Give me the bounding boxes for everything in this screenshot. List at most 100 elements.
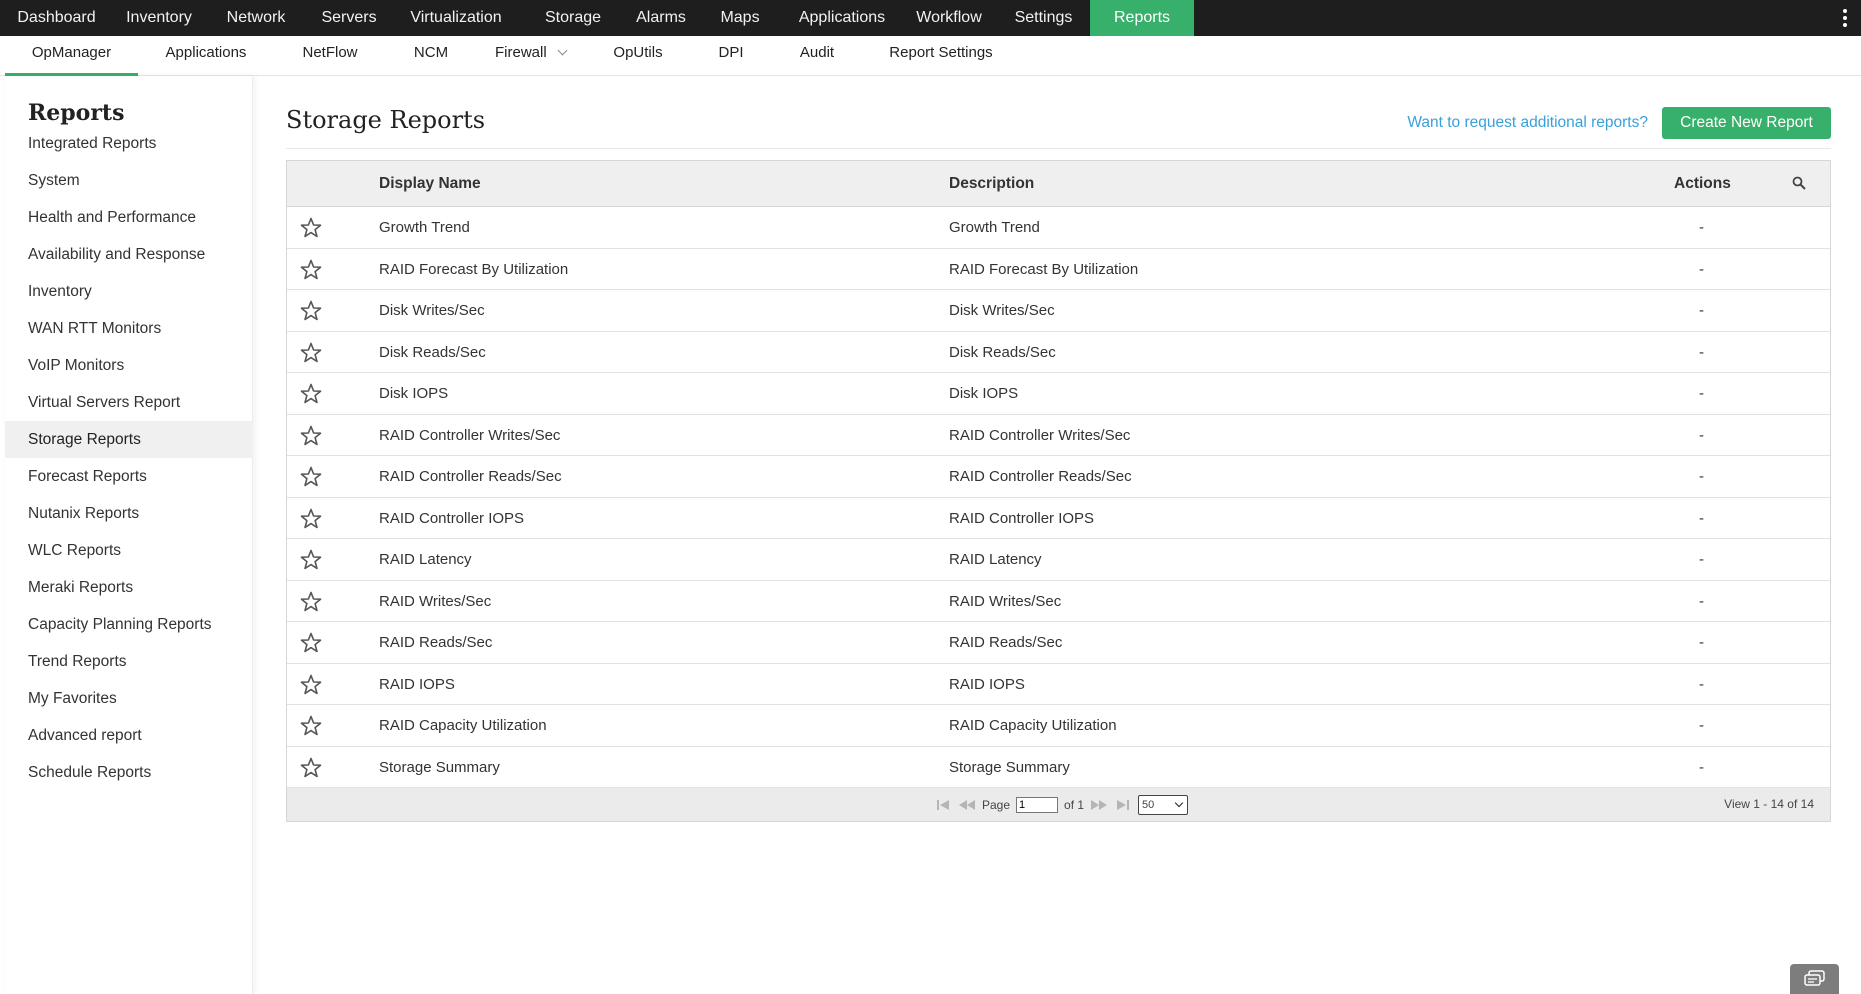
- report-name-link[interactable]: Storage Summary: [379, 747, 500, 788]
- report-name-link[interactable]: RAID Latency: [379, 539, 472, 580]
- sidebar-item[interactable]: Inventory: [5, 273, 253, 310]
- report-name-link[interactable]: RAID Reads/Sec: [379, 622, 492, 663]
- sidebar-item[interactable]: My Favorites: [5, 680, 253, 717]
- report-actions: -: [1699, 260, 1704, 278]
- topnav-applications[interactable]: Applications: [783, 0, 901, 36]
- last-page-icon[interactable]: [1114, 797, 1132, 813]
- table-header: Display Name Description Actions: [287, 161, 1830, 207]
- reports-table: Display Name Description Actions Growth …: [286, 160, 1831, 822]
- star-outline-icon[interactable]: [299, 465, 323, 489]
- subnav-firewall[interactable]: Firewall: [495, 36, 585, 76]
- report-name-link[interactable]: Disk Writes/Sec: [379, 290, 485, 331]
- topnav-virtualization[interactable]: Virtualization: [391, 0, 521, 36]
- report-name-link[interactable]: RAID Controller Writes/Sec: [379, 415, 560, 456]
- star-outline-icon[interactable]: [299, 382, 323, 406]
- page-size-select[interactable]: 50: [1138, 795, 1189, 815]
- subnav-ncm[interactable]: NCM: [401, 36, 461, 76]
- page-of-label: of 1: [1064, 798, 1085, 812]
- sidebar-item[interactable]: Nutanix Reports: [5, 495, 253, 532]
- report-name-link[interactable]: RAID Forecast By Utilization: [379, 249, 568, 290]
- column-header-display-name[interactable]: Display Name: [379, 161, 481, 207]
- subnav-audit[interactable]: Audit: [785, 36, 849, 76]
- sidebar-item[interactable]: Virtual Servers Report: [5, 384, 253, 421]
- subnav-opmanager[interactable]: OpManager: [5, 36, 138, 76]
- create-new-report-button[interactable]: Create New Report: [1662, 107, 1831, 139]
- sidebar-item[interactable]: Capacity Planning Reports: [5, 606, 253, 643]
- search-icon[interactable]: [1792, 176, 1806, 190]
- top-navigation: Dashboard Inventory Network Servers Virt…: [0, 0, 1861, 36]
- sidebar-item[interactable]: Schedule Reports: [5, 754, 253, 791]
- table-row: RAID Latency RAID Latency -: [287, 539, 1830, 581]
- column-header-description[interactable]: Description: [949, 161, 1034, 207]
- topnav-maps[interactable]: Maps: [697, 0, 783, 36]
- star-outline-icon[interactable]: [299, 590, 323, 614]
- sidebar-item[interactable]: Health and Performance: [5, 199, 253, 236]
- star-outline-icon[interactable]: [299, 216, 323, 240]
- report-actions: -: [1699, 551, 1704, 568]
- topnav-workflow[interactable]: Workflow: [901, 0, 997, 36]
- report-name-link[interactable]: RAID IOPS: [379, 664, 455, 705]
- topnav-servers[interactable]: Servers: [307, 0, 391, 36]
- star-outline-icon[interactable]: [299, 756, 323, 780]
- star-outline-icon[interactable]: [299, 548, 323, 572]
- star-outline-icon[interactable]: [299, 507, 323, 531]
- sidebar-item[interactable]: Advanced report: [5, 717, 253, 754]
- sidebar-item[interactable]: Storage Reports: [5, 421, 253, 458]
- page-number-input[interactable]: [1016, 797, 1059, 813]
- topnav-network[interactable]: Network: [205, 0, 307, 36]
- star-outline-icon[interactable]: [299, 299, 323, 323]
- report-name-link[interactable]: RAID Writes/Sec: [379, 581, 491, 622]
- chevron-down-icon: [1174, 798, 1184, 808]
- report-description: RAID Forecast By Utilization: [949, 260, 1139, 278]
- report-description: Disk IOPS: [949, 385, 1019, 402]
- table-row: Disk Reads/Sec Disk Reads/Sec -: [287, 331, 1830, 373]
- star-outline-icon[interactable]: [299, 341, 323, 365]
- star-outline-icon[interactable]: [299, 424, 323, 448]
- subnav-netflow[interactable]: NetFlow: [290, 36, 370, 76]
- topnav-storage[interactable]: Storage: [521, 0, 625, 36]
- table-row: RAID IOPS RAID IOPS -: [287, 663, 1830, 705]
- report-name-link[interactable]: Disk IOPS: [379, 373, 448, 414]
- table-row: Growth Trend Growth Trend -: [287, 207, 1830, 249]
- sidebar-item[interactable]: Forecast Reports: [5, 458, 253, 495]
- topnav-dashboard[interactable]: Dashboard: [0, 0, 113, 36]
- reports-sidebar: Reports Integrated Reports System Health a…: [5, 76, 253, 994]
- sidebar-item[interactable]: System: [5, 162, 253, 199]
- subnav-oputils[interactable]: OpUtils: [600, 36, 676, 76]
- subnav-report-settings[interactable]: Report Settings: [880, 36, 1002, 76]
- request-reports-link[interactable]: Want to request additional reports?: [1407, 114, 1648, 132]
- report-actions: -: [1699, 219, 1704, 236]
- sidebar-nav: Integrated Reports System Health and Perfo…: [5, 125, 253, 791]
- star-outline-icon[interactable]: [299, 673, 323, 697]
- report-name-link[interactable]: RAID Controller Reads/Sec: [379, 456, 562, 497]
- previous-page-icon[interactable]: [958, 797, 976, 813]
- star-outline-icon[interactable]: [299, 258, 323, 282]
- sidebar-item[interactable]: Availability and Response: [5, 236, 253, 273]
- report-name-link[interactable]: RAID Controller IOPS: [379, 498, 524, 539]
- report-description: RAID Capacity Utilization: [949, 717, 1117, 734]
- sidebar-item[interactable]: Trend Reports: [5, 643, 253, 680]
- view-count: View 1 - 14 of 14: [1724, 797, 1814, 811]
- report-name-link[interactable]: Disk Reads/Sec: [379, 332, 486, 373]
- report-description: RAID IOPS: [949, 675, 1025, 693]
- subnav-applications[interactable]: Applications: [150, 36, 262, 76]
- topnav-settings[interactable]: Settings: [997, 0, 1090, 36]
- topnav-alarms[interactable]: Alarms: [625, 0, 697, 36]
- next-page-icon[interactable]: [1090, 797, 1108, 813]
- topnav-reports[interactable]: Reports: [1090, 0, 1194, 36]
- topnav-inventory[interactable]: Inventory: [113, 0, 205, 36]
- chat-button[interactable]: [1790, 964, 1839, 994]
- star-outline-icon[interactable]: [299, 631, 323, 655]
- kebab-menu-icon[interactable]: [1837, 0, 1853, 36]
- report-name-link[interactable]: Growth Trend: [379, 207, 470, 248]
- subnav-dpi[interactable]: DPI: [706, 36, 756, 76]
- report-name-link[interactable]: RAID Capacity Utilization: [379, 705, 547, 746]
- star-outline-icon[interactable]: [299, 714, 323, 738]
- sidebar-item[interactable]: WAN RTT Monitors: [5, 310, 253, 347]
- sidebar-item[interactable]: Integrated Reports: [5, 125, 253, 162]
- sidebar-item[interactable]: Meraki Reports: [5, 569, 253, 606]
- sidebar-item[interactable]: VoIP Monitors: [5, 347, 253, 384]
- first-page-icon[interactable]: [934, 797, 952, 813]
- table-body: Growth Trend Growth Trend - RAID Forecast B…: [287, 207, 1830, 788]
- sidebar-item[interactable]: WLC Reports: [5, 532, 253, 569]
